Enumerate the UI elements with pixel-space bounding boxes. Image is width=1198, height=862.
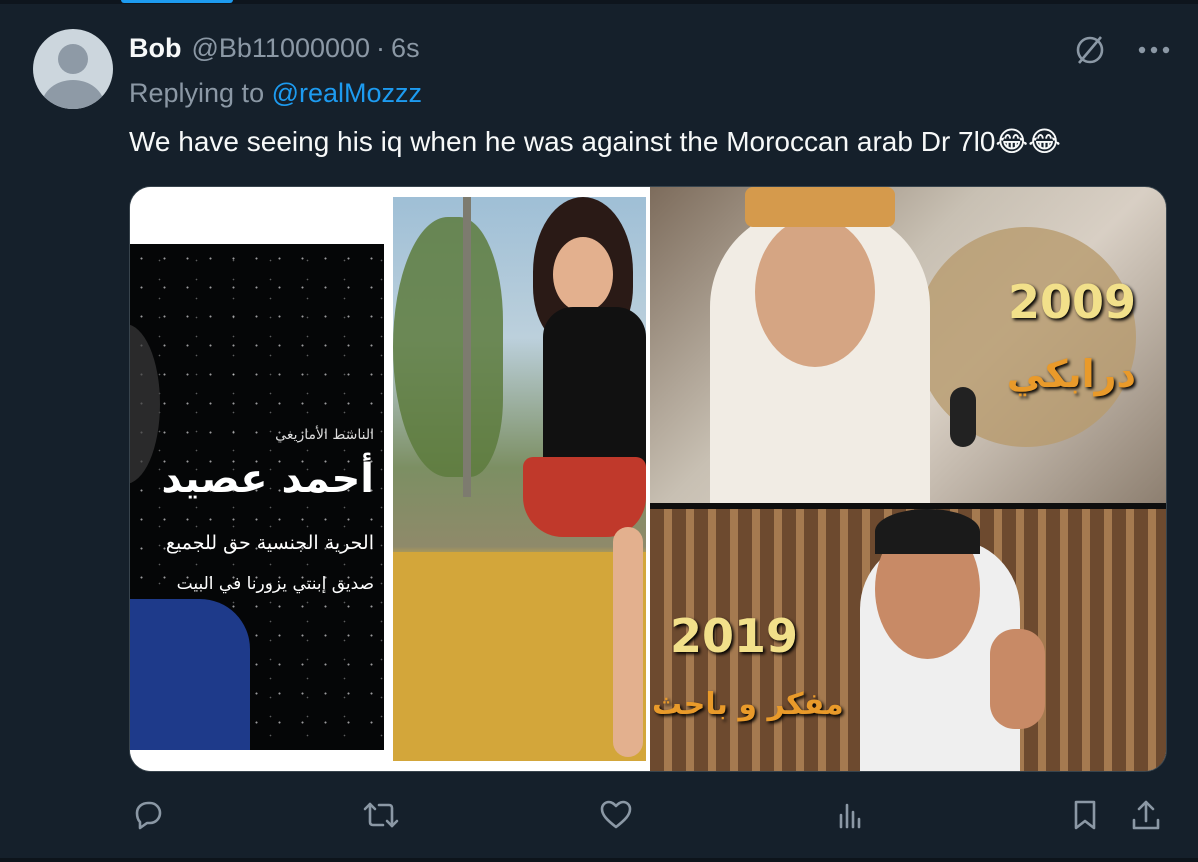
- bottom-divider: [0, 858, 1198, 862]
- yellow-barrier-shape: [393, 552, 646, 761]
- reply-mention-link[interactable]: @realMozzz: [272, 78, 422, 108]
- repost-icon[interactable]: [361, 795, 401, 835]
- face-shape: [553, 237, 613, 312]
- slash-circle-icon[interactable]: [1070, 30, 1110, 70]
- analytics-icon[interactable]: [830, 795, 870, 835]
- quote-card-image: الناشط الأمازيغي أحمد عصيد الحرية الجنسي…: [130, 244, 384, 750]
- replying-prefix: Replying to: [129, 78, 272, 108]
- pole-shape: [463, 197, 471, 497]
- hand-shape: [990, 629, 1045, 729]
- caption-2019: مفكر و باحث: [652, 687, 844, 722]
- replying-to-line: Replying to @realMozzz: [129, 78, 422, 109]
- black-top-shape: [543, 307, 646, 477]
- panel-2009: 2009 درابكي: [650, 187, 1166, 503]
- tweet-action-bar: [0, 795, 1198, 835]
- panel-2019: 2019 مفكر و باحث: [650, 509, 1166, 771]
- tweet-media[interactable]: الناشط الأمازيغي أحمد عصيد الحرية الجنسي…: [129, 186, 1167, 772]
- year-2019-label: 2019: [670, 609, 799, 663]
- active-tab-indicator: [121, 0, 233, 3]
- bookmark-icon[interactable]: [1065, 795, 1105, 835]
- author-name[interactable]: Bob: [129, 33, 181, 64]
- avatar[interactable]: [33, 29, 113, 109]
- tweet-header: Bob @Bb11000000 · 6s: [129, 30, 420, 66]
- top-divider: [0, 0, 1198, 4]
- tweet-text: We have seeing his iq when he was agains…: [129, 126, 1061, 157]
- microphone-shape: [950, 387, 976, 447]
- red-skirt-shape: [523, 457, 646, 537]
- man-hair-shape: [875, 509, 980, 554]
- tweet-timestamp[interactable]: 6s: [391, 33, 420, 64]
- share-icon[interactable]: [1126, 795, 1166, 835]
- heart-icon[interactable]: [596, 795, 636, 835]
- caption-2009: درابكي: [1006, 352, 1136, 396]
- drum-shape: [916, 227, 1136, 447]
- media-image-left[interactable]: الناشط الأمازيغي أحمد عصيد الحرية الجنسي…: [130, 187, 646, 771]
- tree-shape: [393, 217, 503, 477]
- year-2009-label: 2009: [1007, 275, 1136, 329]
- author-handle[interactable]: @Bb11000000: [191, 33, 370, 64]
- avatar-placeholder-head: [58, 44, 88, 74]
- tweet-top-actions: [1070, 30, 1174, 70]
- header-separator: ·: [376, 32, 386, 63]
- avatar-placeholder-body: [42, 80, 104, 109]
- activist-title: الناشط الأمازيغي: [275, 427, 374, 443]
- more-horizontal-icon[interactable]: [1134, 30, 1174, 70]
- woman-photo: [393, 197, 646, 761]
- activist-name: أحمد عصيد: [161, 456, 374, 502]
- media-image-right[interactable]: 2009 درابكي 2019 مفكر و باحث: [650, 187, 1166, 771]
- leg-shape: [613, 527, 643, 757]
- blue-suit-shape: [130, 599, 250, 750]
- quote-line-2: صديق إبنتي يزورنا في البيت: [176, 574, 374, 594]
- quote-line-1: الحرية الجنسية حق للجميع: [165, 532, 374, 554]
- reply-icon[interactable]: [128, 795, 168, 835]
- man-hat-shape: [745, 187, 895, 227]
- man-head-shape: [755, 217, 875, 367]
